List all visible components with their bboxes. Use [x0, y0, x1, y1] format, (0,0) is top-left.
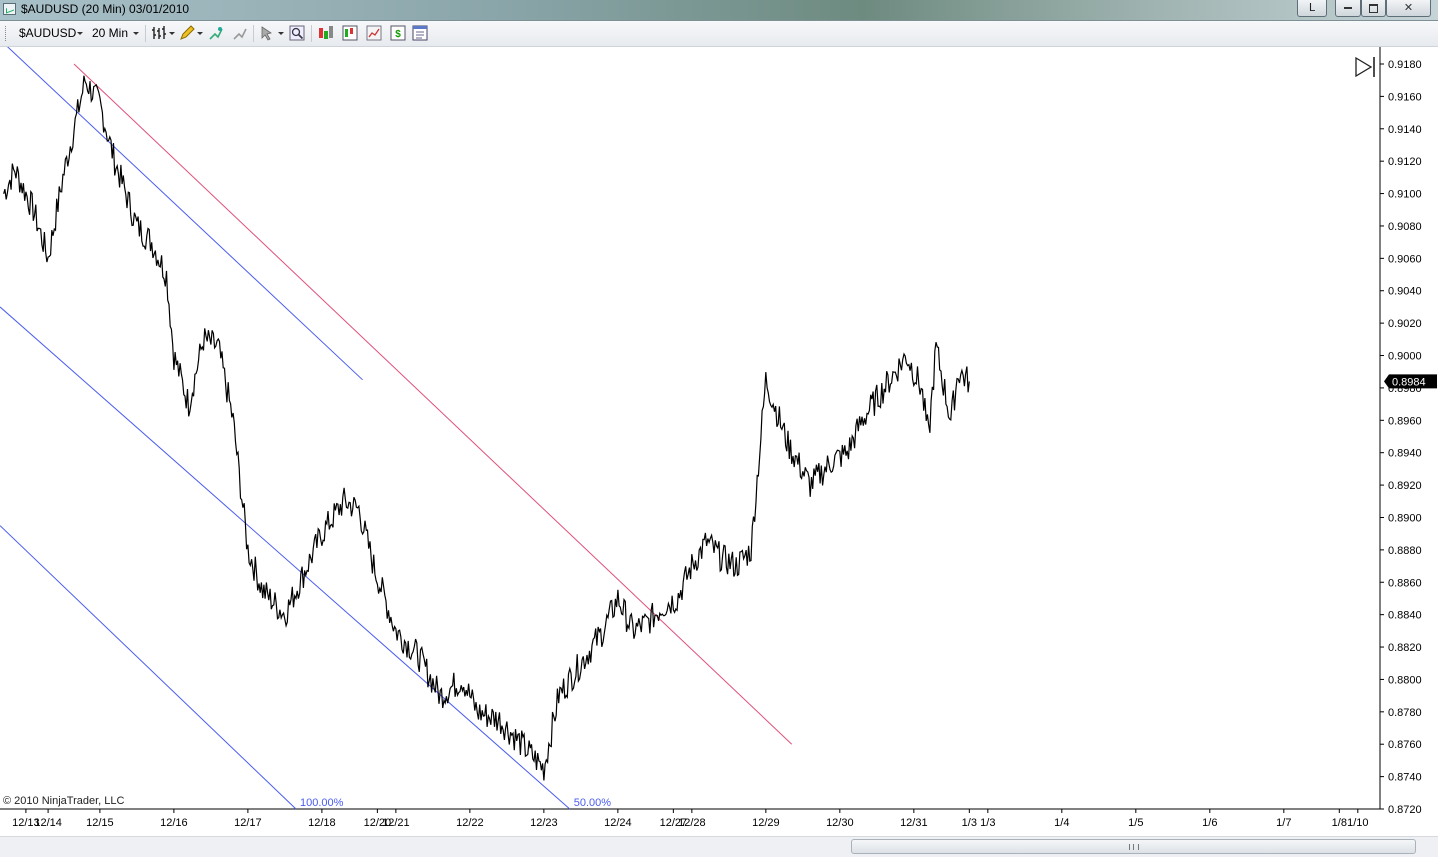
price-chart[interactable]: 0.9180 0.9160 0.9140 0.9120 0.9100 0.9080 0.90…	[0, 39, 1438, 833]
x-tick-label: 12/21	[382, 817, 410, 829]
maximize-icon	[1369, 3, 1378, 13]
channel-line-blue	[0, 306, 571, 810]
x-tick-label: 1/10	[1347, 817, 1368, 829]
y-tick-label: 0.8880	[1388, 545, 1422, 557]
x-tick-label: 12/28	[678, 817, 706, 829]
y-tick-label: 0.8820	[1388, 642, 1422, 654]
x-tick-label: 12/14	[34, 817, 62, 829]
x-tick-label: 1/8	[1332, 817, 1347, 829]
chart-toolbar: $AUDUSD 20 Min $	[0, 21, 1438, 47]
x-tick-label: 1/3	[962, 817, 977, 829]
x-tick-label: 12/18	[308, 817, 336, 829]
x-tick-label: 12/29	[752, 817, 780, 829]
copyright-text: © 2010 NinjaTrader, LLC	[3, 795, 125, 807]
y-tick-label: 0.8780	[1388, 707, 1422, 719]
channel-label: 50.00%	[574, 797, 612, 809]
x-tick-label: 12/31	[900, 817, 928, 829]
properties-icon[interactable]	[412, 25, 428, 41]
toolbar-separator	[145, 25, 146, 42]
y-tick-label: 0.8860	[1388, 577, 1422, 589]
window-title: $AUDUSD (20 Min) 03/01/2010	[21, 2, 190, 16]
bar-type-icon[interactable]	[151, 25, 167, 41]
y-tick-label: 0.8900	[1388, 512, 1422, 524]
y-tick-label: 0.9000	[1388, 351, 1422, 363]
minimize-icon	[1344, 7, 1352, 9]
y-tick-label: 0.9120	[1388, 156, 1422, 168]
toolbar-separator	[311, 25, 312, 42]
channel-label: 100.00%	[300, 797, 344, 809]
close-button[interactable]: ✕	[1386, 0, 1431, 17]
x-tick-label: 12/30	[826, 817, 854, 829]
y-tick-label: 0.8740	[1388, 772, 1422, 784]
channel-line-blue	[0, 39, 363, 381]
x-tick-label: 12/16	[160, 817, 188, 829]
x-tick-label: 1/4	[1054, 817, 1069, 829]
toolbar-grip[interactable]	[5, 26, 8, 41]
y-tick-label: 0.9160	[1388, 91, 1422, 103]
pencil-draw-icon[interactable]	[179, 25, 195, 41]
scrollbar-thumb[interactable]	[851, 839, 1416, 854]
y-tick-label: 0.9140	[1388, 124, 1422, 136]
y-tick-label: 0.9020	[1388, 318, 1422, 330]
x-tick-label: 12/15	[86, 817, 114, 829]
chart-panel[interactable]: 0.9180 0.9160 0.9140 0.9120 0.9100 0.9080 0.90…	[0, 39, 1438, 833]
channel-line-blue	[0, 525, 297, 810]
data-series-icon[interactable]	[318, 25, 334, 41]
y-tick-label: 0.8920	[1388, 480, 1422, 492]
x-tick-label: 12/22	[456, 817, 484, 829]
x-tick-label: 12/24	[604, 817, 632, 829]
draw-dropdown-icon[interactable]	[197, 32, 203, 35]
interval-dropdown-icon[interactable]	[133, 32, 139, 35]
horizontal-scrollbar[interactable]	[0, 836, 1438, 857]
x-tick-label: 1/7	[1276, 817, 1291, 829]
strategy-icon[interactable]	[232, 25, 248, 41]
add-indicator-icon[interactable]	[208, 25, 224, 41]
strategies-icon[interactable]	[366, 25, 382, 41]
y-tick-label: 0.8840	[1388, 610, 1422, 622]
y-tick-label: 0.8960	[1388, 415, 1422, 427]
x-tick-label: 1/6	[1202, 817, 1217, 829]
chart-trader-icon[interactable]: $	[390, 25, 406, 41]
close-icon: ✕	[1403, 1, 1414, 14]
maximize-button[interactable]	[1361, 0, 1386, 17]
bar-type-dropdown-icon[interactable]	[169, 32, 175, 35]
window-titlebar: $AUDUSD (20 Min) 03/01/2010 L ✕	[0, 0, 1438, 21]
price-series-line	[3, 75, 970, 781]
app-icon	[3, 3, 16, 15]
y-tick-label: 0.8940	[1388, 448, 1422, 460]
indicators-icon[interactable]	[342, 25, 358, 41]
y-tick-label: 0.9180	[1388, 59, 1422, 71]
scrollbar-grip-icon	[1129, 844, 1139, 850]
current-price-label: 0.8984	[1392, 376, 1426, 388]
y-tick-label: 0.8760	[1388, 739, 1422, 751]
minimize-button[interactable]	[1335, 0, 1361, 17]
x-tick-label: 1/5	[1128, 817, 1143, 829]
lock-button[interactable]: L	[1297, 0, 1327, 17]
x-tick-label: 12/17	[234, 817, 262, 829]
svg-text:$: $	[395, 29, 401, 40]
instrument-dropdown-icon[interactable]	[77, 32, 83, 35]
x-tick-label: 12/23	[530, 817, 558, 829]
x-tick-label: 1/3	[980, 817, 995, 829]
pointer-icon[interactable]	[259, 25, 275, 41]
y-tick-label: 0.8800	[1388, 674, 1422, 686]
pointer-dropdown-icon[interactable]	[278, 32, 284, 35]
y-tick-label: 0.8720	[1388, 804, 1422, 816]
instrument-selector[interactable]: $AUDUSD	[19, 26, 76, 40]
y-tick-label: 0.9080	[1388, 221, 1422, 233]
toolbar-separator	[253, 25, 254, 42]
scroll-to-end-icon	[1355, 56, 1373, 78]
zoom-icon[interactable]	[289, 25, 305, 41]
y-tick-label: 0.9100	[1388, 189, 1422, 201]
y-tick-label: 0.9040	[1388, 286, 1422, 298]
channel-line-red	[73, 63, 793, 745]
interval-selector[interactable]: 20 Min	[92, 26, 128, 40]
y-tick-label: 0.9060	[1388, 253, 1422, 265]
